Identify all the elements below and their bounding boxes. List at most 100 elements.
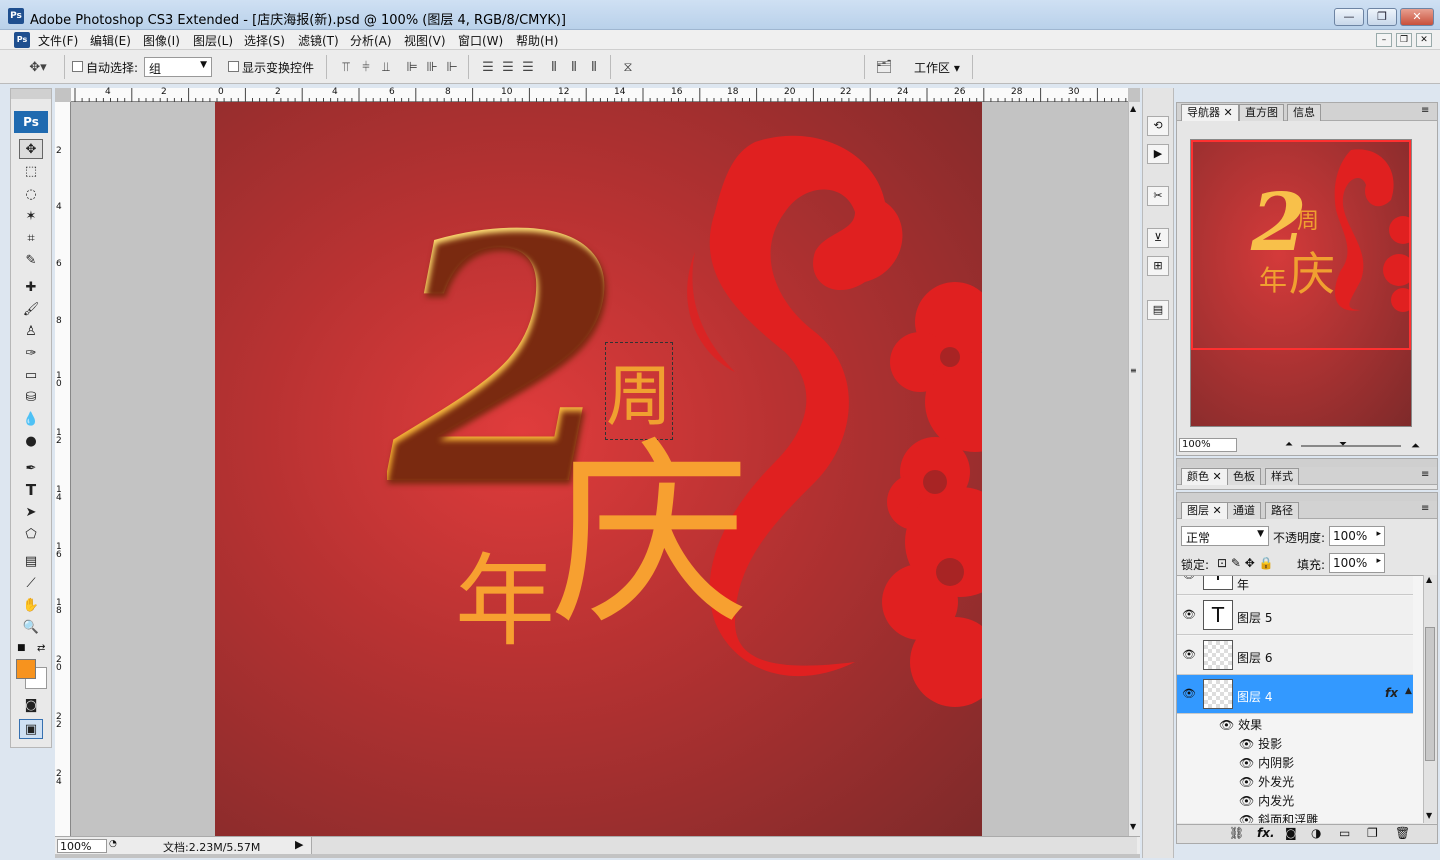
status-options-icon[interactable]: ◔ — [109, 839, 121, 852]
zoom-level-field[interactable]: 100% — [57, 839, 107, 853]
lasso-tool-icon[interactable]: ◌ — [19, 184, 43, 204]
eye-icon[interactable]: 👁 — [1239, 756, 1254, 770]
workspace-menu[interactable]: 工作区 ▾ — [914, 59, 960, 76]
dodge-tool-icon[interactable]: ● — [19, 431, 43, 451]
panel-grip[interactable] — [1177, 493, 1437, 501]
swap-colors-icon[interactable]: ⇄ — [37, 643, 45, 654]
close-icon[interactable]: ✕ — [1213, 470, 1222, 483]
menu-select[interactable]: 选择(S) — [244, 32, 285, 49]
lock-all-icon[interactable]: 🔒 — [1259, 556, 1274, 570]
layers-scrollbar[interactable]: ▲ ▼ — [1423, 575, 1437, 823]
menu-help[interactable]: 帮助(H) — [516, 32, 558, 49]
align-hcenter-icon[interactable]: ⊪ — [422, 57, 442, 77]
eye-icon[interactable]: 👁 — [1239, 794, 1254, 808]
tab-layers[interactable]: 图层 ✕ — [1181, 502, 1228, 519]
blend-mode-dropdown[interactable]: 正常 ▼ — [1181, 526, 1269, 546]
layer-row[interactable]: 👁 T 图层 5 — [1177, 596, 1413, 635]
eye-icon[interactable]: 👁 — [1219, 718, 1234, 732]
scroll-thumb-grip-icon[interactable]: ≡ — [1130, 366, 1137, 375]
history-panel-icon[interactable]: ⟲ — [1147, 116, 1169, 136]
close-icon[interactable]: ✕ — [1224, 106, 1233, 119]
scroll-up-icon[interactable]: ▲ — [1426, 575, 1432, 584]
eraser-tool-icon[interactable]: ▭ — [19, 365, 43, 385]
layer-row[interactable]: 👁 T 年 — [1177, 576, 1413, 595]
brush-tool-icon[interactable]: 🖌 — [19, 299, 43, 319]
opacity-field[interactable]: 100% ▸ — [1329, 526, 1385, 546]
vertical-ruler[interactable]: 2 4 6 8 10 12 14 16 18 20 22 24 — [55, 102, 71, 836]
lock-transparent-icon[interactable]: ⊡ — [1217, 556, 1227, 570]
blur-tool-icon[interactable]: 💧 — [19, 409, 43, 429]
eye-icon[interactable]: 👁 — [1181, 576, 1197, 582]
scroll-up-icon[interactable]: ▲ — [1130, 104, 1136, 113]
status-menu-arrow-icon[interactable]: ▶ — [295, 838, 303, 851]
effect-item[interactable]: 👁 内发光 — [1239, 792, 1294, 811]
screen-mode-icon[interactable]: ▣ — [19, 719, 43, 739]
opacity-arrow-icon[interactable]: ▸ — [1376, 529, 1381, 539]
collapse-effects-icon[interactable]: ▲ — [1405, 686, 1412, 696]
magic-wand-icon[interactable]: ✶ — [19, 206, 43, 226]
menu-image[interactable]: 图像(I) — [143, 32, 180, 49]
minimize-button[interactable]: — — [1334, 8, 1364, 26]
document-icon[interactable]: Ps — [14, 32, 30, 48]
clone-source-icon[interactable]: ⊞ — [1147, 256, 1169, 276]
distribute-hcenter-icon[interactable]: ⦀ — [564, 57, 584, 77]
zoom-tool-icon[interactable]: 🔍 — [19, 617, 43, 637]
menu-analysis[interactable]: 分析(A) — [350, 32, 392, 49]
brushes-panel-icon[interactable]: ⊻ — [1147, 228, 1169, 248]
vertical-scrollbar[interactable]: ▲ ≡ ▼ — [1128, 102, 1140, 836]
notes-tool-icon[interactable]: ▤ — [19, 551, 43, 571]
eye-icon[interactable]: 👁 — [1239, 775, 1254, 789]
shape-tool-icon[interactable]: ⬠ — [19, 524, 43, 544]
move-tool-preset-icon[interactable]: ✥▾ — [22, 57, 54, 77]
marquee-tool-icon[interactable]: ⬚ — [19, 161, 43, 181]
eye-icon[interactable]: 👁 — [1181, 687, 1197, 701]
zoom-slider[interactable] — [1301, 445, 1401, 447]
paint-bucket-icon[interactable]: ⛁ — [19, 387, 43, 407]
scroll-down-icon[interactable]: ▼ — [1426, 811, 1432, 820]
toolbox-grip[interactable] — [11, 89, 51, 99]
photoshop-logo[interactable]: Ps — [14, 111, 48, 133]
navigator-preview[interactable]: 2 周 年 庆 — [1190, 139, 1412, 427]
history-brush-icon[interactable]: ✑ — [19, 343, 43, 363]
add-mask-icon[interactable]: ◙ — [1285, 826, 1297, 840]
tab-styles[interactable]: 样式 — [1265, 468, 1299, 485]
healing-brush-icon[interactable]: ✚ — [19, 277, 43, 297]
zoom-in-icon[interactable]: ⏶ — [1411, 439, 1420, 453]
align-top-icon[interactable]: ⫪ — [336, 57, 356, 77]
menu-edit[interactable]: 编辑(E) — [90, 32, 131, 49]
tab-channels[interactable]: 通道 — [1227, 502, 1261, 519]
effect-item[interactable]: 👁 斜面和浮雕 — [1239, 811, 1318, 823]
close-icon[interactable]: ✕ — [1213, 504, 1222, 517]
horizontal-scrollbar[interactable] — [311, 837, 1137, 854]
zoom-slider-thumb[interactable]: ⏷ — [1339, 439, 1347, 450]
layer-row-selected[interactable]: 👁 图层 4 fx ▲ — [1177, 675, 1413, 714]
auto-align-icon[interactable]: ⧖ — [618, 57, 638, 77]
trash-icon[interactable]: 🗑 — [1395, 826, 1410, 840]
doc-minimize-button[interactable]: – — [1376, 33, 1392, 47]
new-group-icon[interactable]: ▭ — [1339, 826, 1350, 840]
canvas[interactable]: 2 周 年 庆 — [215, 102, 982, 836]
doc-close-button[interactable]: ✕ — [1416, 33, 1432, 47]
distribute-right-icon[interactable]: ⦀ — [584, 57, 604, 77]
layer-row[interactable]: 👁 图层 6 — [1177, 636, 1413, 675]
distribute-left-icon[interactable]: ⦀ — [544, 57, 564, 77]
fill-field[interactable]: 100% ▸ — [1329, 553, 1385, 573]
bridge-icon[interactable]: 🗂 — [872, 57, 896, 77]
effect-item[interactable]: 👁 外发光 — [1239, 773, 1294, 792]
slice-tool-icon[interactable]: ✎ — [19, 250, 43, 270]
menu-layer[interactable]: 图层(L) — [193, 32, 233, 49]
effect-item[interactable]: 👁 投影 — [1239, 735, 1282, 754]
tab-navigator[interactable]: 导航器 ✕ — [1181, 104, 1239, 121]
navigator-view-box[interactable] — [1191, 140, 1411, 350]
default-colors-icon[interactable]: ■ — [17, 643, 26, 653]
tab-color[interactable]: 颜色 ✕ — [1181, 468, 1228, 485]
tab-paths[interactable]: 路径 — [1265, 502, 1299, 519]
fill-arrow-icon[interactable]: ▸ — [1376, 556, 1381, 566]
panel-menu-icon[interactable]: ≡ — [1421, 469, 1429, 480]
menu-window[interactable]: 窗口(W) — [458, 32, 503, 49]
align-left-icon[interactable]: ⊫ — [402, 57, 422, 77]
distribute-top-icon[interactable]: ☰ — [478, 57, 498, 77]
zoom-out-icon[interactable]: ⏶ — [1285, 439, 1293, 450]
menu-file[interactable]: 文件(F) — [38, 32, 78, 49]
lock-position-icon[interactable]: ✥ — [1245, 556, 1255, 570]
